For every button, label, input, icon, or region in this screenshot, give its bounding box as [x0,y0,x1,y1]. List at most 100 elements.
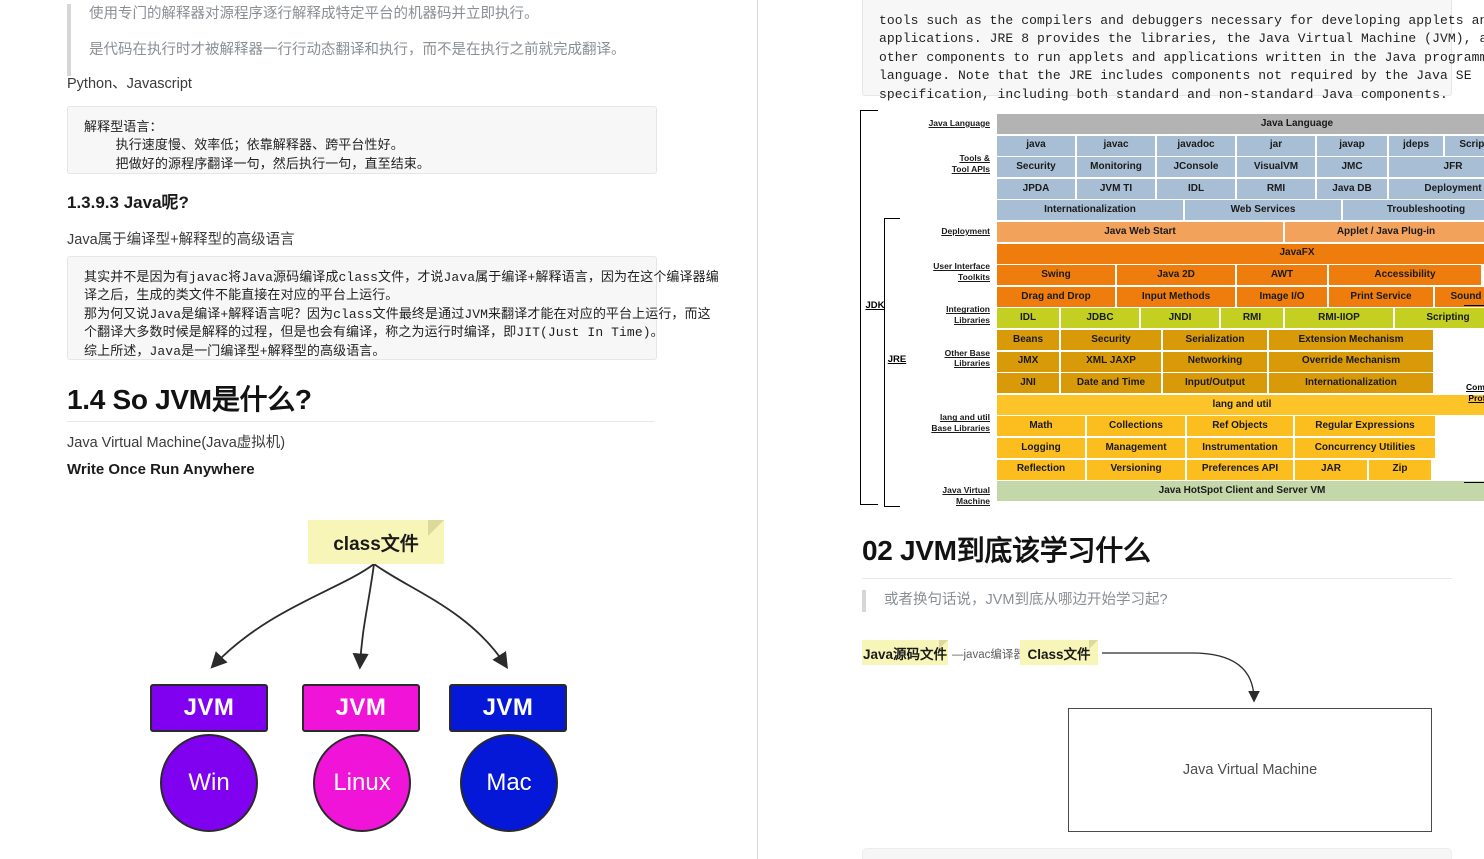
arch-cell: Image I/O [1237,286,1327,307]
arch-cell: Math [997,416,1085,437]
sticky-fold-icon [1089,640,1098,649]
arch-row: Java HotSpot Client and Server VM [997,481,1484,502]
quote-line-1: 使用专门的解释器对源程序逐行解释成特定平台的机器码并立即执行。 [89,6,539,22]
arch-cell: Security [1061,330,1161,350]
arch-row: Drag and Drop Input Methods Image I/O Print… [997,286,1484,307]
arch-cell: IDL [997,308,1059,329]
arch-cell: JFR [1389,157,1484,178]
arch-cell: Preferences API [1187,459,1293,480]
os-label-linux: Linux [333,769,391,796]
arch-cell: java [997,135,1075,156]
arch-cell: Serialization [1163,330,1267,350]
arch-cell: JPDA [997,178,1075,199]
arch-row: Java Web Start Applet / Java Plug-in [997,222,1484,242]
arch-cell: Sound [1435,286,1484,307]
arch-cell: JMX [997,351,1059,372]
arch-cell: javac [1077,135,1155,156]
jre-description-codeblock: tools such as the compilers and debugger… [862,0,1484,102]
compact-profiles-label: CompactProfiles [1466,382,1484,403]
page-title-learn: 02 JVM到底该学习什么 [862,535,1151,566]
arch-row-label: Other Base Libraries [944,347,990,369]
page-root: 使用专门的解释器对源程序逐行解释成特定平台的机器码并立即执行。 是代码在执行时才… [0,0,1484,859]
java-source-sticky-note: Java源码文件 [862,640,948,665]
arch-row: Swing Java 2D AWT Accessibility [997,265,1481,286]
arch-cell: Web Services [1185,200,1341,221]
learn-quote-text: 或者换句话说，JVM到底从哪边开始学习起? [884,592,1168,608]
arch-row-label: Java Virtual Machine [942,485,990,506]
interpreter-blockquote: 使用专门的解释器对源程序逐行解释成特定平台的机器码并立即执行。 是代码在执行时才… [67,4,667,76]
arch-cell: Regular Expressions [1295,416,1435,437]
os-circle-mac: Mac [460,734,558,832]
arch-cell: IDL [1157,178,1235,199]
quote-line-2: 是代码在执行时才被解释器一行行动态翻译和执行，而不是在执行之前就完成翻译。 [89,41,626,58]
os-circle-win: Win [160,734,258,832]
arch-cell: Collections [1087,416,1185,437]
arch-row-label: Deployment [941,226,990,236]
arch-cell: JNI [997,373,1059,394]
class-file-sticky-note-2: Class文件 [1020,640,1098,665]
java-explanation-text: 其实并不是因为有javac将Java源码编译成class文件，才说Java属于编… [84,270,719,359]
jvm-label-linux: JVM [335,694,387,721]
jre-description-text: tools such as the compilers and debugger… [879,13,1484,102]
arch-cell: Internationalization [997,200,1183,221]
arch-cell: Swing [997,265,1115,286]
right-document-panel: tools such as the compilers and debugger… [758,0,1484,859]
arch-cell: JVM TI [1077,178,1155,199]
heading-divider-right [862,578,1452,579]
arch-cell: Input Methods [1117,286,1235,307]
arch-cell: lang and util [997,394,1484,415]
java-source-label: Java源码文件 [862,646,948,662]
arch-row: Security Monitoring JConsole VisualVM JMC JFR [997,157,1484,178]
arch-cell: jdeps [1389,135,1443,156]
arch-cell: Print Service [1329,286,1433,307]
arch-cell: VisualVM [1237,157,1315,178]
arch-row-label: User Interface Toolkits [933,261,990,282]
java-kind-line: Java属于编译型+解释型的高级语言 [67,232,295,248]
left-document-panel: 使用专门的解释器对源程序逐行解释成特定平台的机器码并立即执行。 是代码在执行时才… [0,0,757,859]
arch-row-label: Integration Libraries [946,304,990,326]
arch-cell: JMC [1317,157,1387,178]
arch-cell: Applet / Java Plug-in [1285,222,1484,242]
class-file-label: class文件 [333,533,419,555]
sticky-fold-icon [428,520,444,536]
arch-row: Internationalization Web Services Troubles… [997,200,1484,221]
interpreted-language-codeblock: 解释型语言： 执行速度慢、效率低；依靠解释器、跨平台性好。 把做好的源程序翻译一… [67,106,657,174]
arch-cell: Drag and Drop [997,286,1115,307]
arch-cell: Concurrency Utilities [1295,438,1435,458]
arch-row: Java Language [997,114,1484,134]
arch-cell: XML JAXP [1061,351,1161,372]
arch-cell: Java DB [1317,178,1387,199]
os-circle-linux: Linux [313,734,411,832]
arch-cell: RMI [1237,178,1315,199]
arch-cell: Extension Mechanism [1269,330,1433,350]
jvm-label-win: JVM [183,694,235,721]
arch-cell: Instrumentation [1187,438,1293,458]
arch-cell: Scripting [1445,135,1484,156]
arch-row-label: lang and util Base Libraries [931,412,990,434]
jvm-box-mac: JVM [449,684,567,732]
arch-row-label: Java Language [928,118,990,128]
jvm-box-win: JVM [150,684,268,732]
heading-divider-left [67,421,655,422]
arch-row: IDL JDBC JNDI RMI RMI-IIOP Scripting [997,308,1484,329]
arch-cell: RMI-IIOP [1285,308,1393,329]
arch-cell: Monitoring [1077,157,1155,178]
arch-cell: JAR [1295,459,1367,480]
arch-cell: Ref Objects [1187,416,1293,437]
arch-row: JNI Date and Time Input/Output Internationa… [997,373,1433,394]
bottom-codeblock [862,848,1452,859]
arch-cell: Management [1087,438,1185,458]
os-label-win: Win [188,769,230,796]
arch-cell: AWT [1237,265,1327,286]
java-platform-architecture-chart: Java Language Java Language java javac javad… [860,110,1484,514]
arch-cell: Zip [1369,459,1431,480]
arch-row-label: Tools & Tool APIs [951,153,990,174]
languages-line: Python、Javascript [67,76,192,92]
sticky-fold-icon [939,640,948,649]
arch-cell: Reflection [997,459,1085,480]
arch-cell: Networking [1163,351,1267,372]
os-label-mac: Mac [486,769,532,796]
arch-row: Reflection Versioning Preferences API JAR Zi… [997,459,1431,480]
interpreted-language-text: 解释型语言： 执行速度慢、效率低；依靠解释器、跨平台性好。 把做好的源程序翻译一… [84,120,431,172]
arch-cell: jar [1237,135,1315,156]
